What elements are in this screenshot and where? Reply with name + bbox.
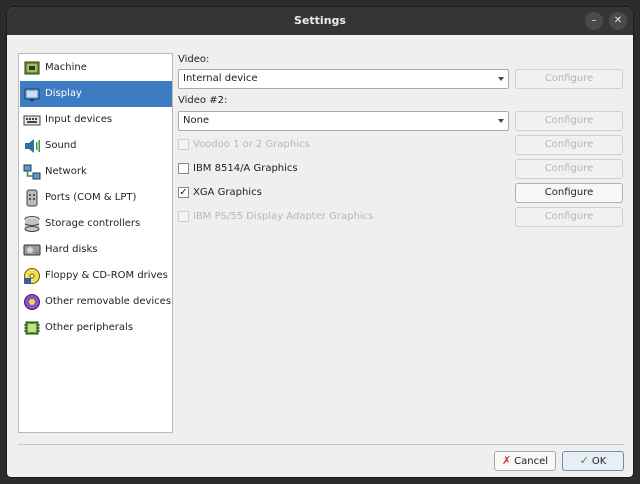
removable-icon [24, 294, 40, 310]
settings-window: Settings – ✕ Machine Display Input devic… [7, 7, 633, 477]
minimize-button[interactable]: – [585, 12, 603, 30]
video2-label: Video #2: [178, 95, 228, 106]
chip-icon [24, 321, 40, 335]
video-select-value: Internal device [183, 73, 258, 84]
minimize-icon: – [591, 15, 597, 26]
ps55-label: IBM PS/55 Display Adapter Graphics [193, 211, 374, 222]
sidebar-item-display[interactable]: Display [20, 81, 172, 107]
sidebar-item-storage-controllers[interactable]: Storage controllers [20, 211, 172, 237]
keyboard-icon [23, 115, 41, 126]
voodoo-configure-button[interactable]: Configure [515, 135, 623, 155]
cancel-icon: ✗ [501, 454, 512, 467]
settings-category-list[interactable]: Machine Display Input devices Sound Netw… [18, 53, 173, 433]
video2-configure-button[interactable]: Configure [515, 111, 623, 131]
sidebar-item-label: Other peripherals [45, 322, 134, 333]
sidebar-item-floppy-cd[interactable]: Floppy & CD-ROM drives [20, 263, 172, 289]
video2-select-value: None [183, 115, 210, 126]
sidebar-item-removable[interactable]: Other removable devices [20, 289, 172, 315]
video2-select[interactable]: None [178, 111, 509, 131]
ibm8514-label: IBM 8514/A Graphics [193, 163, 298, 174]
network-icon [23, 164, 41, 180]
checkmark-icon: ✓ [179, 187, 188, 198]
sidebar-item-machine[interactable]: Machine [20, 55, 172, 81]
sidebar-item-sound[interactable]: Sound [20, 133, 172, 159]
cancel-label: Cancel [514, 456, 549, 467]
ps55-checkbox[interactable] [178, 211, 189, 222]
ok-button[interactable]: ✓ OK [562, 451, 624, 471]
sidebar-item-label: Network [45, 166, 87, 177]
voodoo-checkbox[interactable] [178, 139, 189, 150]
sidebar-item-label: Hard disks [45, 244, 98, 255]
machine-icon [24, 61, 40, 75]
floppy-cd-icon [24, 268, 40, 284]
port-icon [26, 189, 38, 207]
sidebar-item-label: Storage controllers [45, 218, 141, 229]
window-title: Settings [294, 14, 346, 27]
sidebar-item-other-peripherals[interactable]: Other peripherals [20, 315, 172, 341]
ok-label: OK [591, 456, 607, 467]
xga-configure-button[interactable]: Configure [515, 183, 623, 203]
sidebar-item-input-devices[interactable]: Input devices [20, 107, 172, 133]
ibm8514-configure-button[interactable]: Configure [515, 159, 623, 179]
ibm8514-checkbox[interactable] [178, 163, 189, 174]
voodoo-label: Voodoo 1 or 2 Graphics [193, 139, 310, 150]
sidebar-item-label: Input devices [45, 114, 113, 125]
speaker-icon [25, 139, 40, 153]
sidebar-item-label: Other removable devices [45, 296, 172, 307]
video-select[interactable]: Internal device [178, 69, 509, 89]
sidebar-item-label: Ports (COM & LPT) [45, 192, 137, 203]
xga-label: XGA Graphics [193, 187, 262, 198]
close-icon: ✕ [613, 15, 623, 26]
chevron-down-icon [498, 119, 504, 123]
xga-checkbox[interactable]: ✓ [178, 187, 189, 198]
storage-icon [24, 216, 40, 232]
footer-divider [18, 444, 624, 445]
sidebar-item-label: Display [45, 88, 82, 99]
sidebar-item-label: Machine [45, 62, 87, 73]
sidebar-item-label: Floppy & CD-ROM drives [45, 270, 168, 281]
sidebar-item-hard-disks[interactable]: Hard disks [20, 237, 172, 263]
sidebar-item-network[interactable]: Network [20, 159, 172, 185]
sidebar-item-label: Sound [45, 140, 77, 151]
title-bar[interactable]: Settings – ✕ [7, 7, 633, 35]
display-icon [24, 88, 40, 101]
chevron-down-icon [498, 77, 504, 81]
ps55-configure-button[interactable]: Configure [515, 207, 623, 227]
ok-icon: ✓ [579, 454, 589, 467]
cancel-button[interactable]: ✗ Cancel [494, 451, 556, 471]
sidebar-item-ports[interactable]: Ports (COM & LPT) [20, 185, 172, 211]
video-configure-button[interactable]: Configure [515, 69, 623, 89]
close-button[interactable]: ✕ [609, 12, 627, 30]
hard-disk-icon [23, 244, 41, 256]
video-label: Video: [178, 54, 210, 65]
